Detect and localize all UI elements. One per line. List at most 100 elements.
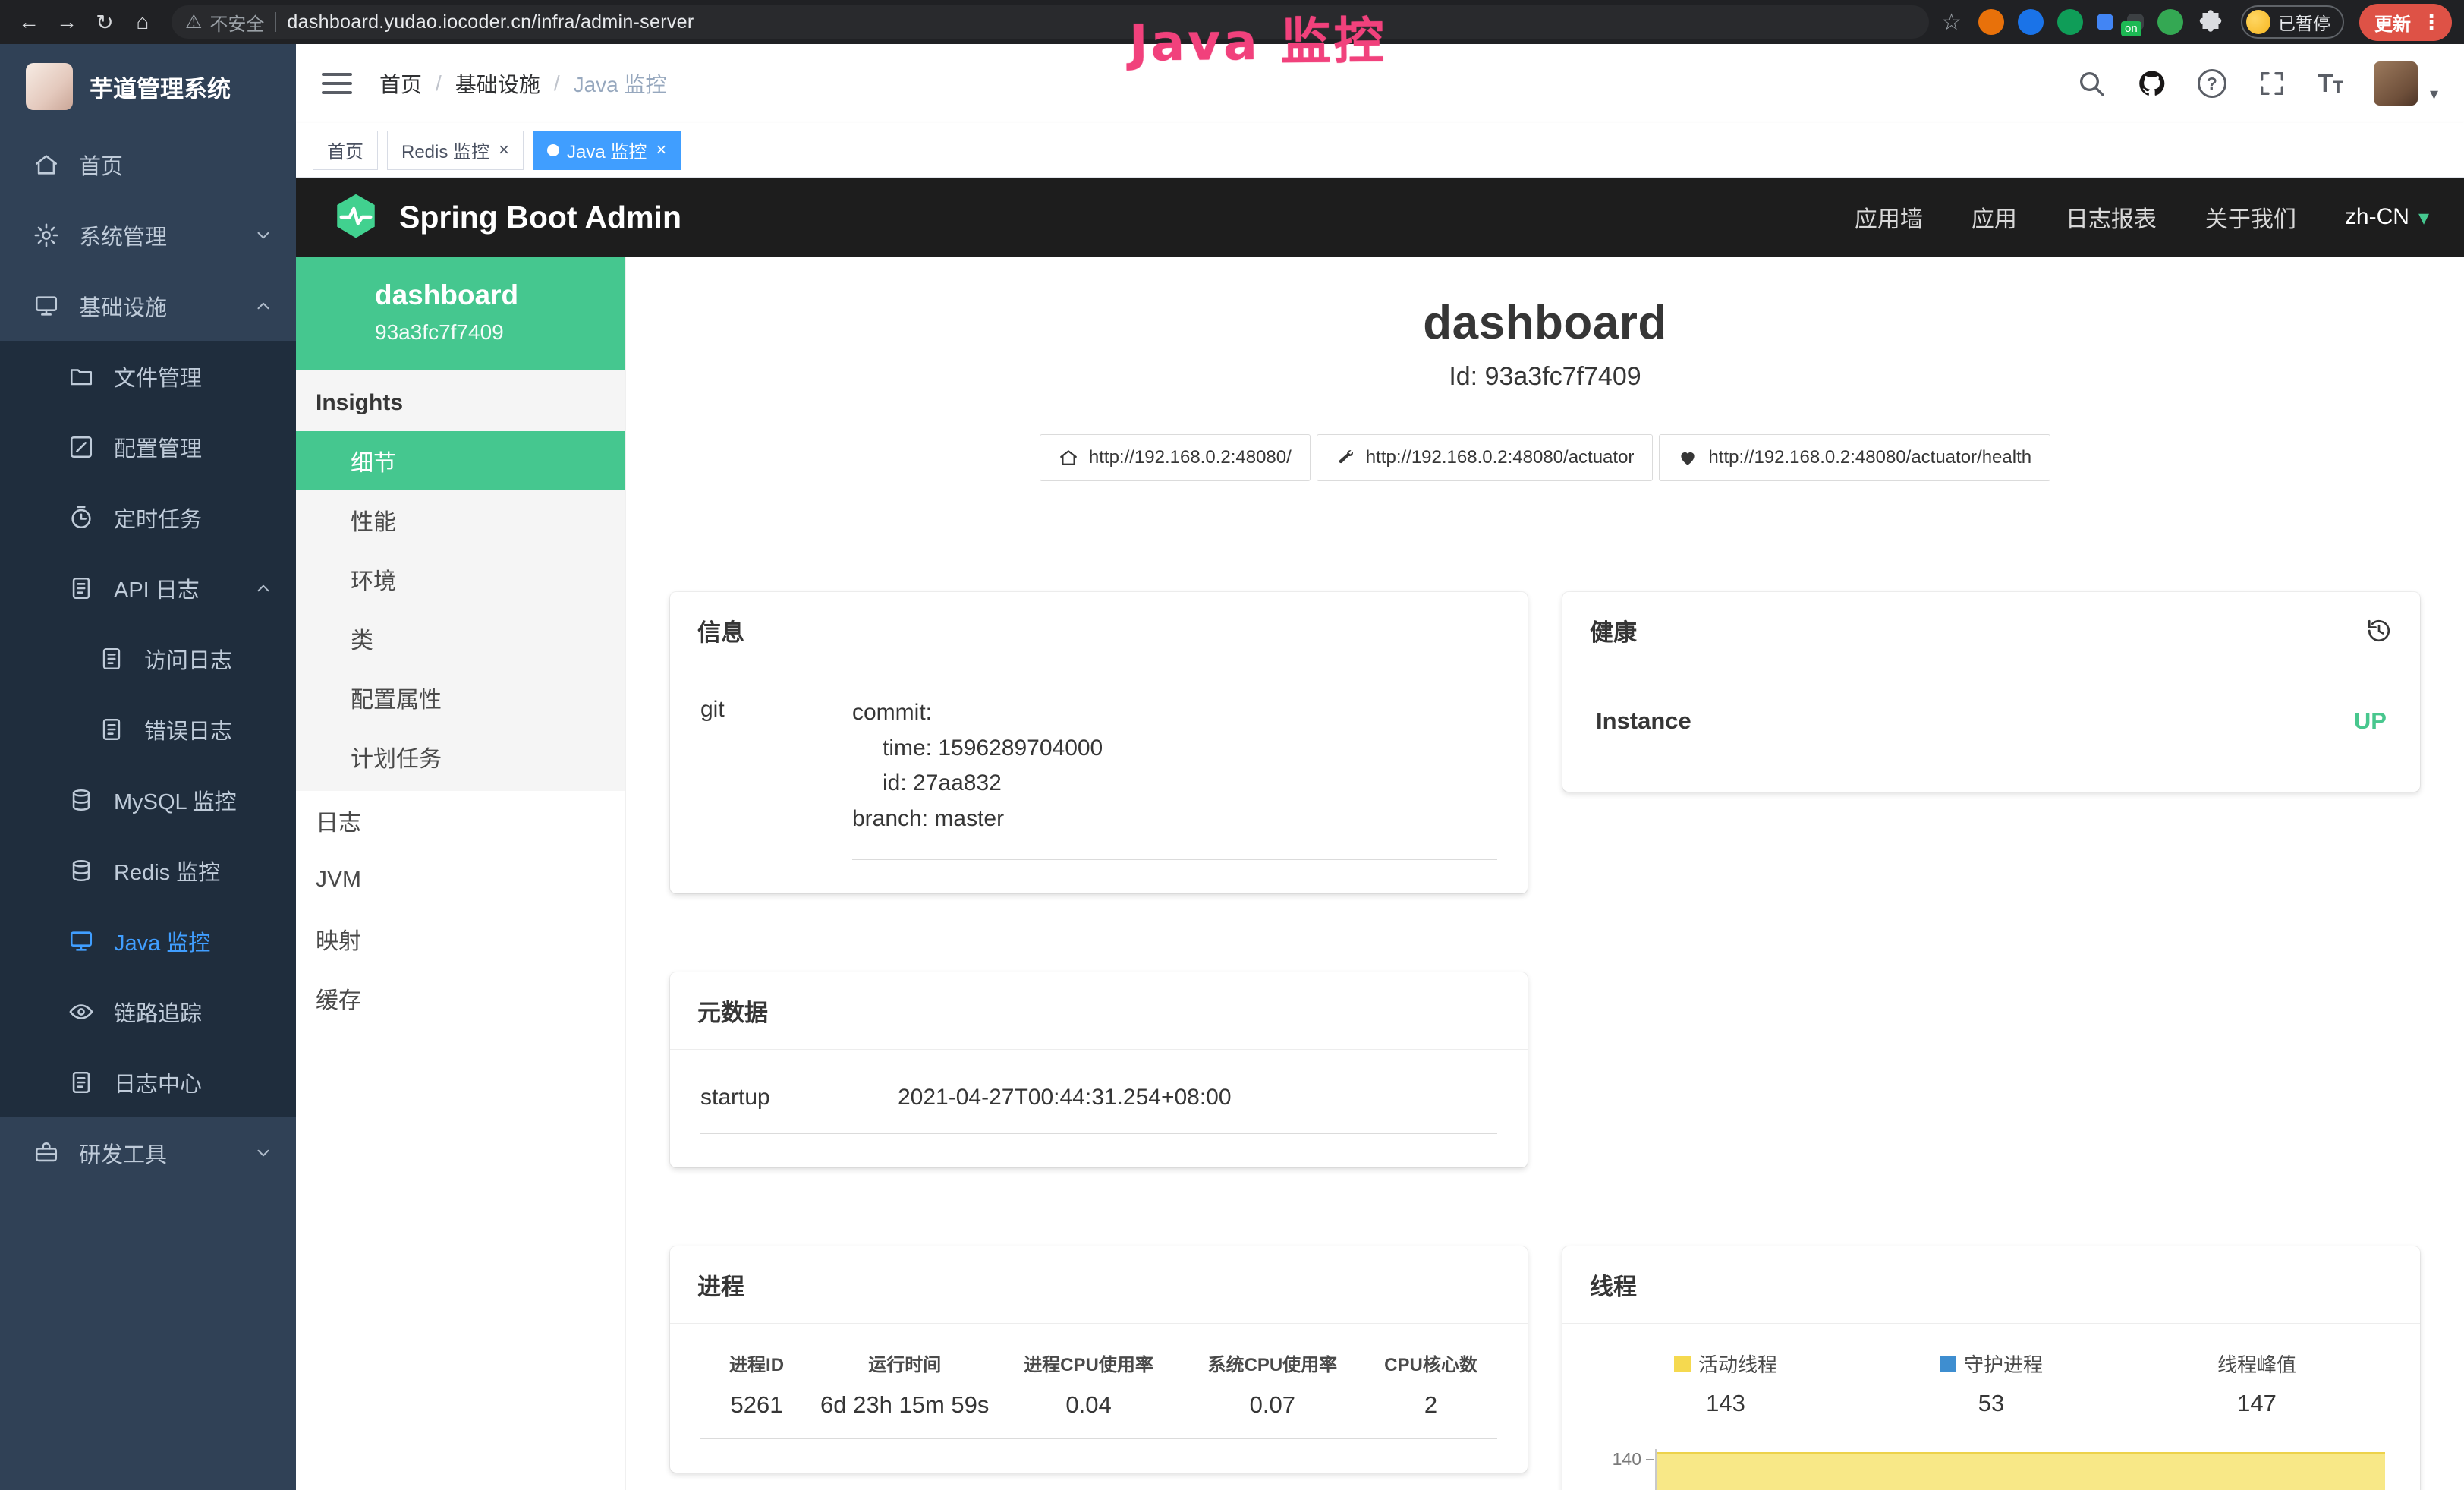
extension-icon-5[interactable]: on [2127,14,2144,30]
toolbox-icon [33,1140,59,1166]
address-bar[interactable]: ⚠ 不安全 dashboard.yudao.iocoder.cn/infra/a… [172,5,1929,39]
extension-icon-3[interactable] [2057,9,2083,35]
service-url-link[interactable]: http://192.168.0.2:48080/ [1040,434,1311,481]
browser-forward-button[interactable]: → [50,5,83,39]
extension-on-badge: on [2121,21,2141,36]
info-line: time: 1596289704000 [852,731,1497,767]
sba-item-label: 日志 [316,804,361,837]
info-line: id: 27aa832 [852,766,1497,802]
not-secure-warning-icon: ⚠ [185,11,202,33]
sidebar-item-config[interactable]: 配置管理 [0,411,296,482]
extension-icon-2[interactable] [2018,9,2044,35]
sidebar-item-api-log[interactable]: API 日志 [0,553,296,623]
sidebar-item-system[interactable]: 系统管理 [0,200,296,270]
browser-home-button[interactable]: ⌂ [126,5,159,39]
sidebar-item-jobs[interactable]: 定时任务 [0,482,296,553]
metadata-row: startup 2021-04-27T00:44:31.254+08:00 [700,1076,1497,1134]
sidebar-item-mysql[interactable]: MySQL 监控 [0,764,296,835]
metadata-value: 2021-04-27T00:44:31.254+08:00 [898,1085,1232,1110]
profile-paused-badge[interactable]: 已暂停 [2241,5,2344,39]
browser-menu-icon[interactable]: ⋮ [2417,11,2446,34]
instance-header[interactable]: dashboard 93a3fc7f7409 [296,257,625,370]
sidebar-item-home[interactable]: 首页 [0,129,296,200]
legend-label[interactable]: 活动线程 [1698,1350,1777,1378]
sidebar-collapse-icon[interactable] [322,73,352,94]
legend-value: 147 [2124,1390,2390,1417]
browser-update-button[interactable]: 更新 ⋮ [2359,4,2452,41]
sba-item-jvm[interactable]: JVM [296,850,625,909]
edit-icon [68,434,94,460]
sba-nav-wallboard[interactable]: 应用墙 [1855,200,1923,234]
tab-home[interactable]: 首页 [313,131,378,170]
health-url-link[interactable]: http://192.168.0.2:48080/actuator/health [1659,434,2050,481]
app-logo[interactable]: 芋道管理系统 [0,44,296,129]
instance-details-page: dashboard Id: 93a3fc7f7409 http://192.16… [626,257,2464,1490]
sidebar-item-label: 日志中心 [114,1066,202,1098]
search-icon[interactable] [2076,68,2107,99]
sidebar-item-java-monitor[interactable]: Java 监控 [0,906,296,976]
legend-label[interactable]: 守护进程 [1964,1350,2043,1378]
user-avatar[interactable] [2374,61,2418,106]
dashboard-icon [33,152,59,178]
actuator-url-link[interactable]: http://192.168.0.2:48080/actuator [1317,434,1654,481]
legend-value: 53 [1858,1390,2124,1417]
github-icon[interactable] [2137,68,2167,99]
tab-redis-monitor[interactable]: Redis 监控 × [387,131,524,170]
gear-icon [33,222,59,248]
locale-selector[interactable]: zh-CN ▾ [2345,204,2429,230]
instance-title: dashboard [670,296,2420,350]
sba-item-caches[interactable]: 缓存 [296,969,625,1028]
sba-item-environment[interactable]: 环境 [296,550,625,609]
extension-icon-6[interactable] [2157,9,2183,35]
help-icon[interactable]: ? [2198,69,2226,98]
card-title: 进程 [697,1268,744,1302]
sba-brand[interactable]: Spring Boot Admin [331,192,681,242]
health-row[interactable]: Instance UP [1593,695,2390,758]
sba-nav-journal[interactable]: 日志报表 [2066,200,2157,234]
extension-icon-1[interactable] [1978,9,2004,35]
breadcrumb-item[interactable]: 首页 [379,68,422,99]
info-value: commit: time: 1596289704000 id: 27aa832 … [852,695,1497,860]
close-icon[interactable]: × [499,140,509,161]
sba-item-classes[interactable]: 类 [296,609,625,668]
sba-item-details[interactable]: 细节 [296,431,625,490]
document-icon [68,575,94,601]
bookmark-star-icon[interactable]: ☆ [1941,9,1962,36]
main-column: 首页 / 基础设施 / Java 监控 ? TT ▾ [296,44,2464,1490]
sidebar-item-devtools[interactable]: 研发工具 [0,1117,296,1188]
sba-nav-about[interactable]: 关于我们 [2205,200,2296,234]
sba-item-configprops[interactable]: 配置属性 [296,668,625,727]
sidebar-item-tracing[interactable]: 链路追踪 [0,976,296,1047]
close-icon[interactable]: × [656,140,666,161]
browser-back-button[interactable]: ← [12,5,46,39]
sba-item-metrics[interactable]: 性能 [296,490,625,550]
legend-item: 线程峰值 147 [2124,1350,2390,1417]
app-title: 芋道管理系统 [90,70,231,104]
logo-image [26,63,73,110]
process-value: 5261 [700,1391,813,1419]
sba-item-scheduled-tasks[interactable]: 计划任务 [296,727,625,786]
card-title: 健康 [1590,613,1637,647]
breadcrumb-item[interactable]: 基础设施 [455,68,540,99]
extension-icon-4[interactable] [2097,14,2113,30]
sidebar-item-access-log[interactable]: 访问日志 [0,623,296,694]
sidebar-item-infra[interactable]: 基础设施 [0,270,296,341]
sba-nav-applications[interactable]: 应用 [1972,200,2017,234]
metadata-card-header: 元数据 [670,972,1528,1050]
sidebar-item-error-log[interactable]: 错误日志 [0,694,296,764]
sba-item-logs[interactable]: 日志 [296,791,625,850]
monitor-icon [68,928,94,954]
breadcrumb: 首页 / 基础设施 / Java 监控 [379,68,667,99]
legend-value: 143 [1593,1390,1858,1417]
fullscreen-icon[interactable] [2257,68,2287,99]
sidebar-item-files[interactable]: 文件管理 [0,341,296,411]
database-icon [68,787,94,813]
tab-java-monitor[interactable]: Java 监控 × [533,131,681,170]
browser-refresh-button[interactable]: ↻ [88,5,121,39]
sba-item-mappings[interactable]: 映射 [296,909,625,969]
sidebar-item-log-center[interactable]: 日志中心 [0,1047,296,1117]
font-size-icon[interactable]: TT [2318,71,2343,96]
extensions-puzzle-icon[interactable] [2197,8,2224,36]
sidebar-item-redis[interactable]: Redis 监控 [0,835,296,906]
history-icon[interactable] [2365,617,2393,644]
